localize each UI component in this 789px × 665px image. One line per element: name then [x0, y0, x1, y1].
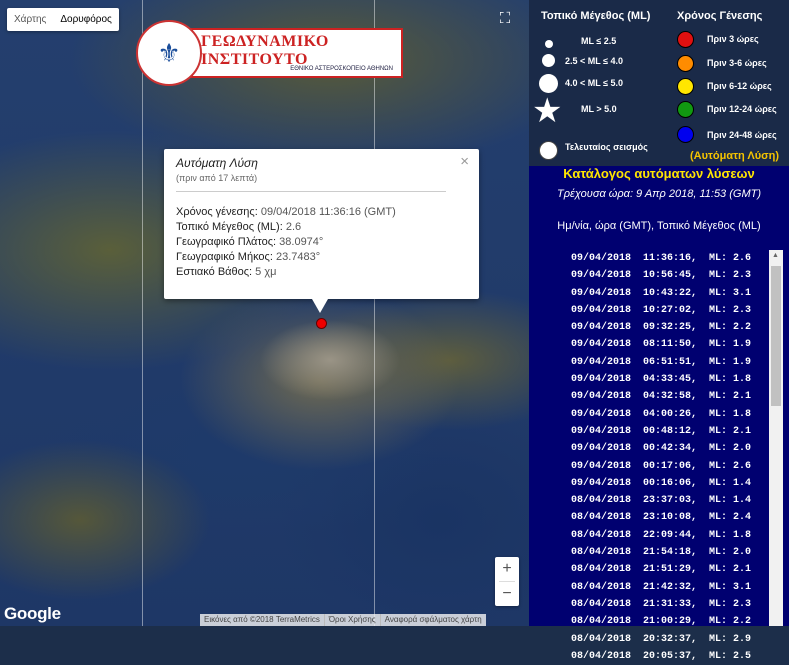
logo-title: ΓΕΩΔΥΝΑΜΙΚΟ ΙΝΣΤΙΤΟΥΤΟ [201, 33, 329, 68]
logo-banner: ΓΕΩΔΥΝΑΜΙΚΟ ΙΝΣΤΙΤΟΥΤΟ ΕΘΝΙΚΟ ΑΣΤΕΡΟΣΚΟΠ… [191, 28, 403, 78]
catalog-scrollbar[interactable]: ▲ [769, 250, 783, 626]
catalog-panel: Κατάλογος αυτόματων λύσεων Τρέχουσα ώρα:… [529, 166, 789, 662]
epicenter-marker[interactable] [316, 318, 327, 329]
catalog-column-header: Ημ/νία, ώρα (GMT), Τοπικό Μέγεθος (ML) [557, 220, 761, 232]
catalog-row[interactable]: 09/04/2018 04:33:45, ML: 1.8 [529, 371, 769, 388]
map-type-satellite-button[interactable]: Δορυφόρος [53, 8, 119, 31]
terms-link[interactable]: Όροι Χρήσης [323, 614, 380, 626]
catalog-row[interactable]: 09/04/2018 10:43:22, ML: 3.1 [529, 285, 769, 302]
magnitude-item: ML ≤ 2.5 [581, 36, 617, 46]
google-logo: Google [4, 604, 61, 623]
catalog-row[interactable]: 08/04/2018 23:10:08, ML: 2.4 [529, 509, 769, 526]
zoom-in-button[interactable]: + [495, 557, 519, 581]
catalog-row[interactable]: 08/04/2018 21:31:33, ML: 2.3 [529, 596, 769, 613]
magnitude-medium-icon [542, 54, 555, 67]
catalog-row[interactable]: 09/04/2018 10:27:02, ML: 2.3 [529, 302, 769, 319]
zoom-out-button[interactable]: − [495, 582, 519, 606]
catalog-row[interactable]: 09/04/2018 00:16:06, ML: 1.4 [529, 475, 769, 492]
catalog-row[interactable]: 08/04/2018 21:54:18, ML: 2.0 [529, 544, 769, 561]
institute-logo: ΓΕΩΔΥΝΑΜΙΚΟ ΙΝΣΤΙΤΟΥΤΟ ΕΘΝΙΚΟ ΑΣΤΕΡΟΣΚΟΠ… [136, 20, 403, 86]
report-error-link[interactable]: Αναφορά σφάλματος χάρτη [379, 614, 486, 626]
grid-line [374, 0, 375, 626]
origin-time-value: 09/04/2018 11:36:16 (GMT) [260, 206, 396, 218]
origin-time-label: Χρόνος γένεσης: [176, 206, 258, 218]
catalog-row[interactable]: 09/04/2018 09:32:25, ML: 2.2 [529, 319, 769, 336]
close-icon[interactable]: × [460, 153, 469, 170]
catalog-row[interactable]: 08/04/2018 23:37:03, ML: 1.4 [529, 492, 769, 509]
automatic-solution-note: (Αυτόματη Λύση) [690, 150, 780, 162]
magnitude-legend-header: Τοπικό Μέγεθος (ML) [541, 10, 651, 22]
magnitude-item: 4.0 < ML ≤ 5.0 [565, 78, 624, 88]
yellow-dot-icon [677, 78, 694, 95]
zoom-control: + − [495, 557, 519, 606]
magnitude-item: Τελευταίος σεισμός [565, 142, 648, 152]
catalog-row[interactable]: 08/04/2018 22:09:44, ML: 1.8 [529, 527, 769, 544]
latitude-label: Γεωγραφικό Πλάτος: [176, 236, 277, 248]
scroll-up-icon[interactable]: ▲ [772, 252, 779, 259]
seal-icon: ⚜ [136, 20, 202, 86]
longitude-value: 23.7483° [275, 251, 321, 263]
map-type-map-button[interactable]: Χάρτης [7, 8, 53, 31]
magnitude-label: Τοπικό Μέγεθος (ML): [176, 221, 283, 233]
catalog-list[interactable]: 09/04/2018 11:36:16, ML: 2.6 09/04/2018 1… [529, 250, 769, 665]
magnitude-item: 2.5 < ML ≤ 4.0 [565, 56, 624, 66]
logo-subtitle: ΕΘΝΙΚΟ ΑΣΤΕΡΟΣΚΟΠΕΙΟ ΑΘΗΝΩΝ [290, 66, 393, 72]
catalog-row[interactable]: 08/04/2018 21:42:32, ML: 3.1 [529, 579, 769, 596]
grid-line [142, 0, 143, 626]
catalog-row[interactable]: 09/04/2018 11:36:16, ML: 2.6 [529, 250, 769, 267]
map-view[interactable]: Χάρτης Δορυφόρος ⛶ ΓΕΩΔΥΝΑΜΙΚΟ ΙΝΣΤΙΤΟΥΤ… [0, 0, 529, 626]
map-attribution: Εικόνες από ©2018 TerraMetrics Όροι Χρήσ… [200, 614, 486, 626]
catalog-row[interactable]: 09/04/2018 00:17:06, ML: 2.6 [529, 458, 769, 475]
orange-dot-icon [677, 55, 694, 72]
origin-time-item: Πριν 3-6 ώρες [707, 58, 767, 68]
magnitude-large-icon [539, 74, 558, 93]
catalog-title: Κατάλογος αυτόματων λύσεων [563, 166, 755, 181]
latitude-value: 38.0974° [279, 236, 324, 248]
catalog-row[interactable]: 09/04/2018 00:48:12, ML: 2.1 [529, 423, 769, 440]
magnitude-small-icon [545, 40, 553, 48]
legend: Τοπικό Μέγεθος (ML) Χρόνος Γένεσης ML ≤ … [529, 0, 789, 166]
catalog-row[interactable]: 08/04/2018 21:00:29, ML: 2.2 [529, 613, 769, 630]
origin-time-item: Πριν 12-24 ώρες [707, 104, 777, 114]
origin-legend-header: Χρόνος Γένεσης [677, 10, 763, 22]
side-panel: Τοπικό Μέγεθος (ML) Χρόνος Γένεσης ML ≤ … [529, 0, 789, 662]
longitude-label: Γεωγραφικό Μήκος: [176, 251, 273, 263]
catalog-row[interactable]: 09/04/2018 04:32:58, ML: 2.1 [529, 388, 769, 405]
origin-time-item: Πριν 3 ώρες [707, 34, 759, 44]
catalog-row[interactable]: 08/04/2018 20:32:37, ML: 2.9 [529, 631, 769, 648]
magnitude-item: ML > 5.0 [581, 104, 617, 114]
depth-label: Εστιακό Βάθος: [176, 266, 253, 278]
map-type-control: Χάρτης Δορυφόρος [7, 8, 119, 31]
origin-time-item: Πριν 6-12 ώρες [707, 81, 772, 91]
origin-time-item: Πριν 24-48 ώρες [707, 130, 777, 140]
green-dot-icon [677, 101, 694, 118]
catalog-row[interactable]: 08/04/2018 20:05:37, ML: 2.5 [529, 648, 769, 665]
red-dot-icon [677, 31, 694, 48]
star-icon: ★ [532, 92, 563, 130]
info-popup: Αυτόματη Λύση (πριν από 17 λεπτά) × Χρόν… [164, 149, 479, 313]
depth-value: 5 χμ [255, 266, 277, 278]
popup-title: Αυτόματη Λύση [176, 156, 258, 170]
popup-subtitle: (πριν από 17 λεπτά) [176, 173, 258, 183]
fullscreen-icon[interactable]: ⛶ [494, 7, 516, 29]
catalog-row[interactable]: 09/04/2018 00:42:34, ML: 2.0 [529, 440, 769, 457]
imagery-credit: Εικόνες από ©2018 TerraMetrics [204, 615, 320, 624]
latest-quake-icon [539, 141, 558, 160]
current-time: Τρέχουσα ώρα: 9 Απρ 2018, 11:53 (GMT) [557, 188, 761, 200]
catalog-row[interactable]: 09/04/2018 04:00:26, ML: 1.8 [529, 406, 769, 423]
catalog-row[interactable]: 08/04/2018 21:51:29, ML: 2.1 [529, 561, 769, 578]
magnitude-value: 2.6 [285, 221, 302, 233]
catalog-row[interactable]: 09/04/2018 08:11:50, ML: 1.9 [529, 336, 769, 353]
scrollbar-thumb[interactable] [771, 266, 781, 406]
blue-dot-icon [677, 126, 694, 143]
popup-details: Χρόνος γένεσης: 09/04/2018 11:36:16 (GMT… [176, 205, 396, 280]
catalog-row[interactable]: 09/04/2018 06:51:51, ML: 1.9 [529, 354, 769, 371]
popup-divider [176, 191, 446, 192]
catalog-row[interactable]: 09/04/2018 10:56:45, ML: 2.3 [529, 267, 769, 284]
